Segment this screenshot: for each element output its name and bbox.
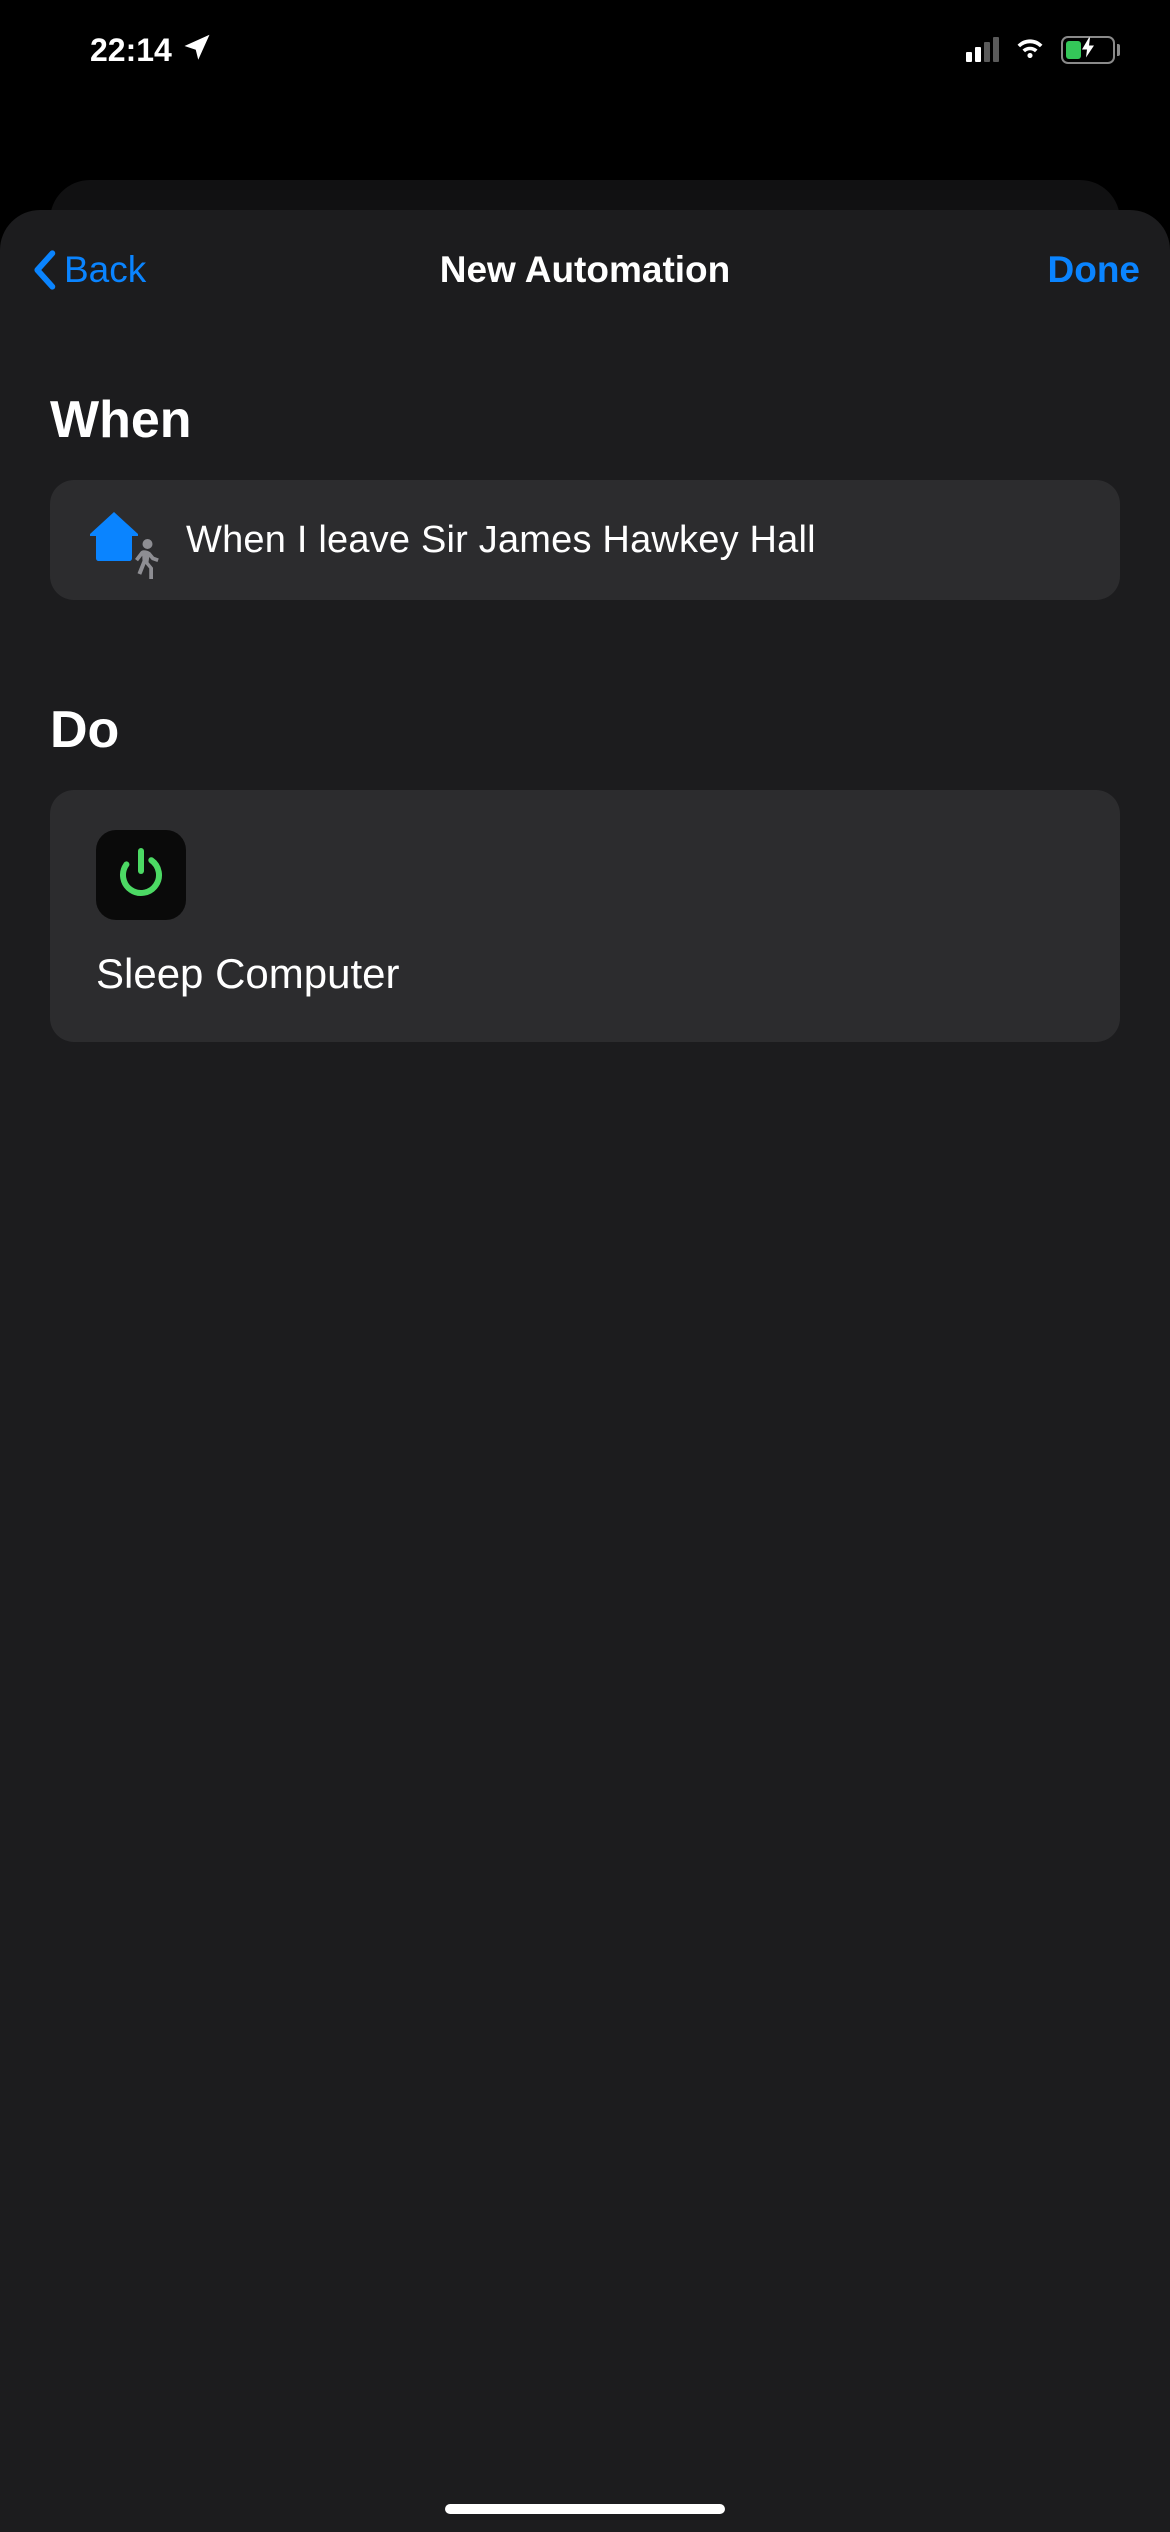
when-section-header: When [50,390,1120,450]
wifi-icon [1013,29,1047,71]
home-indicator[interactable] [445,2504,725,2514]
back-label: Back [64,249,146,291]
done-button[interactable]: Done [1048,249,1141,291]
page-title: New Automation [0,249,1170,291]
action-icon-container [96,830,186,920]
status-time: 22:14 [90,32,172,69]
when-condition-row[interactable]: When I leave Sir James Hawkey Hall [50,480,1120,600]
chevron-left-icon [30,250,58,290]
cellular-signal-icon [966,38,999,62]
location-arrow-icon [182,31,212,69]
power-icon [113,845,169,906]
modal-sheet: Back New Automation Done When W [0,210,1170,2532]
status-left: 22:14 [90,31,212,69]
status-bar: 22:14 [0,0,1170,100]
content: When When I leave Sir James Hawkey Hall … [0,330,1170,1042]
back-button[interactable]: Back [30,249,146,291]
action-label: Sleep Computer [96,950,1074,998]
do-section-header: Do [50,700,1120,760]
leave-home-icon [86,510,156,570]
do-action-card[interactable]: Sleep Computer [50,790,1120,1042]
nav-bar: Back New Automation Done [0,210,1170,330]
status-right [966,29,1120,71]
person-walking-icon [128,539,162,584]
battery-icon [1061,36,1120,64]
battery-bolt-icon [1081,38,1095,63]
when-condition-text: When I leave Sir James Hawkey Hall [186,519,816,562]
